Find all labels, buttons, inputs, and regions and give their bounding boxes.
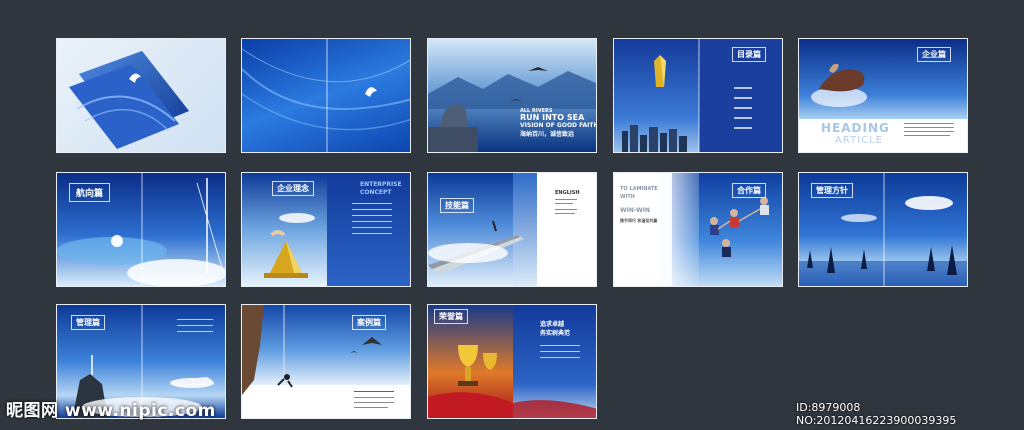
side-en-1: TO LAMINATE [620, 186, 658, 192]
heading-text: HEADING [821, 121, 890, 135]
section-label: 技能篇 [440, 198, 474, 213]
toc-line [734, 117, 752, 119]
brochure-mockup-illustration [69, 51, 189, 149]
body-text-line [177, 331, 213, 332]
toc-line [734, 107, 752, 109]
canvas: { "spreads": { "s3": {"title_line1": "AL… [0, 0, 1024, 430]
concept-line [352, 221, 392, 222]
body-text-line [177, 325, 213, 326]
section-label: 案例篇 [352, 315, 386, 330]
concept-line [352, 203, 392, 204]
section-label: 荣誉篇 [434, 309, 468, 324]
spread-contents[interactable]: 目录篇 [613, 38, 783, 153]
slogan-cn: 海纳百川，诚信致远 [520, 131, 575, 138]
section-label: 企业理念 [272, 181, 314, 196]
section-label: 航向篇 [69, 183, 111, 202]
concept-line [352, 209, 392, 210]
page-fold [141, 173, 143, 286]
section-label: 管理方针 [811, 183, 853, 198]
spread-enterprise[interactable]: 企业篇 HEADING ARTICLE [798, 38, 968, 153]
spread-cases[interactable]: 案例篇 [241, 304, 411, 419]
spread-skills[interactable]: 技能篇 ENGLISH [427, 172, 597, 287]
spread-management-policy[interactable]: 管理方针 [798, 172, 968, 287]
site-watermark: 昵图网 www.nipic.com [6, 401, 216, 421]
spread-run-into-sea[interactable]: ALL RIVERS RUN INTO SEA VISION OF GOOD F… [427, 38, 597, 153]
toc-line [734, 87, 752, 89]
honors-cn-2: 务实树典范 [540, 330, 571, 337]
body-text-line [354, 402, 394, 403]
side-en-1: ENTERPRISE [360, 181, 402, 188]
concept-line [352, 233, 392, 234]
side-cn: 携手同行 和谐促共赢 [620, 218, 658, 223]
body-text-line [555, 203, 573, 204]
page-fold [326, 39, 328, 152]
toc-line [734, 97, 752, 99]
body-text-line [904, 131, 954, 132]
section-label: 目录篇 [732, 47, 766, 62]
concept-line [352, 227, 392, 228]
page-fold [883, 173, 885, 286]
side-en-3: WIN-WIN [620, 207, 650, 214]
id-watermark: ID:8979008 NO:20120416223900039395 [796, 401, 957, 427]
body-text-line [540, 345, 580, 346]
body-text-line [555, 209, 577, 210]
body-text-line [177, 319, 213, 320]
body-text-line [904, 123, 954, 124]
slogan-line-3: VISION OF GOOD FAITH [520, 122, 597, 129]
body-text-line [540, 351, 580, 352]
body-text-line [555, 213, 575, 214]
spread-enterprise-concept[interactable]: 企业理念 ENTERPRISE CONCEPT [241, 172, 411, 287]
spread-front-back-cover[interactable] [241, 38, 411, 153]
section-label: 合作篇 [732, 183, 766, 198]
body-text-line [354, 391, 394, 392]
body-text-line [540, 357, 580, 358]
side-en-2: CONCEPT [360, 189, 392, 196]
section-label: 管理篇 [71, 315, 105, 330]
section-label: 企业篇 [917, 47, 951, 62]
body-text-line [354, 407, 388, 408]
toc-line [734, 127, 752, 129]
body-text-line [555, 199, 577, 200]
side-en: ENGLISH [555, 190, 580, 196]
spread-cover-mockup[interactable] [56, 38, 226, 153]
body-text-line [354, 397, 394, 398]
honors-cn-1: 追求卓越 [540, 321, 565, 328]
spread-navigation[interactable]: 航向篇 [56, 172, 226, 287]
side-en-2: WITH [620, 194, 635, 200]
spread-cooperation[interactable]: 合作篇 TO LAMINATE WITH WIN-WIN 携手同行 和谐促共赢 [613, 172, 783, 287]
spread-honors[interactable]: 荣誉篇 追求卓越 务实树典范 [427, 304, 597, 419]
body-text-line [904, 127, 954, 128]
slogan-line-2: RUN INTO SEA [520, 113, 585, 122]
heading-sub: ARTICLE [835, 135, 883, 146]
page-fold [698, 39, 700, 152]
body-text-line [904, 135, 950, 136]
concept-line [352, 215, 392, 216]
